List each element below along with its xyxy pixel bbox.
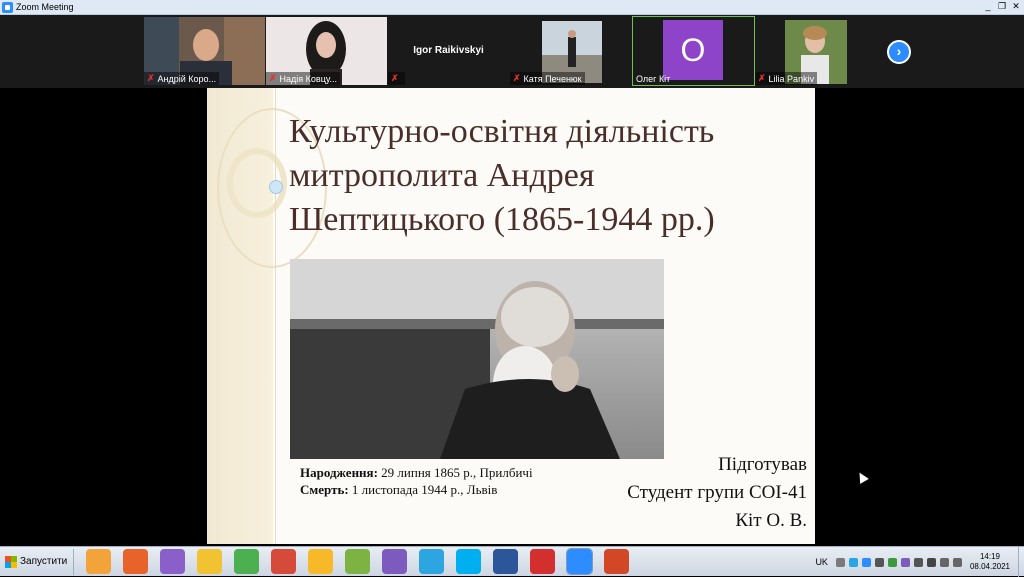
close-button[interactable]: ✕ — [1010, 1, 1022, 12]
mic-muted-icon: ✗ — [147, 73, 155, 83]
participant-tile[interactable]: Igor Raikivskyi ✗ — [388, 17, 509, 85]
death-label: Смерть: — [300, 482, 349, 497]
birth-text: 29 липня 1865 р., Прилбичі — [377, 465, 533, 480]
chrome-icon[interactable] — [234, 549, 260, 574]
window-titlebar: Zoom Meeting _ ❐ ✕ — [0, 0, 1024, 15]
mic-muted-icon: ✗ — [391, 73, 399, 83]
participant-tile[interactable]: ✗ Надія Ковцу... — [266, 17, 387, 85]
mouse-cursor-icon — [855, 470, 869, 484]
start-label: Запустити — [20, 556, 68, 567]
clock-time: 14:19 — [979, 552, 1000, 561]
telegram-icon[interactable] — [419, 549, 445, 574]
keyboard-icon[interactable] — [835, 557, 845, 567]
author-line: Підготував — [718, 454, 807, 475]
archicad-icon[interactable] — [197, 549, 223, 574]
network-icon[interactable] — [939, 557, 949, 567]
viber-icon[interactable] — [382, 549, 408, 574]
participant-tile[interactable]: ✗ Андрій Коро... — [144, 17, 265, 85]
powerpoint-icon[interactable] — [604, 549, 630, 574]
participant-name: Андрій Коро... — [157, 73, 217, 84]
show-desktop-button[interactable] — [1018, 547, 1024, 577]
taskbar-apps — [86, 548, 630, 575]
participant-tile[interactable]: ✗ Катя Печенюк — [510, 17, 631, 85]
author-line: Кіт О. В. — [735, 510, 807, 531]
system-tray: UK 14:19 08.04.2021 — [815, 547, 1024, 577]
shared-screen-slide: Культурно-освітня діяльність митрополита… — [207, 88, 815, 544]
volume-icon[interactable] — [952, 557, 962, 567]
slide-title-line: Культурно-освітня діяльність — [289, 113, 715, 150]
taskbar: Запустити UK 14:19 08.04.2021 — [0, 546, 1024, 577]
birth-label: Народження: — [300, 465, 378, 480]
participant-name: Lilia Pankiv — [768, 73, 815, 84]
slide-decoration-line — [275, 88, 276, 544]
participant-avatar: O — [663, 20, 723, 80]
slide-decoration-dot — [269, 180, 283, 194]
media-player-icon[interactable] — [86, 549, 112, 574]
slide-author: Підготував Студент групи СОІ-41 Кіт О. В… — [627, 451, 807, 535]
sync-icon[interactable] — [913, 557, 923, 567]
restore-button[interactable]: ❐ — [996, 1, 1008, 12]
participant-tile[interactable]: ✗ Lilia Pankiv — [755, 17, 876, 85]
language-indicator[interactable]: UK — [815, 557, 828, 567]
clock-date: 08.04.2021 — [969, 562, 1010, 571]
slide-title-line: Шептицького (1865-1944 рр.) — [289, 201, 715, 238]
skype-icon[interactable] — [456, 549, 482, 574]
zoom-app-icon — [2, 1, 13, 13]
security-icon[interactable] — [887, 557, 897, 567]
slide-bio: Народження: 29 липня 1865 р., Прилбичі С… — [300, 464, 533, 498]
clipboard-icon[interactable] — [874, 557, 884, 567]
word-icon[interactable] — [493, 549, 519, 574]
participant-name: Надія Ковцу... — [279, 73, 337, 84]
participant-display-name: Igor Raikivskyi — [413, 45, 484, 56]
zoom-icon[interactable] — [566, 548, 594, 575]
participant-name: Катя Печенюк — [523, 73, 582, 84]
participant-name: Олег Кіт — [636, 73, 671, 84]
visual-studio-icon[interactable] — [160, 549, 186, 574]
mic-muted-icon: ✗ — [269, 73, 277, 83]
participant-tile-active[interactable]: O Олег Кіт — [632, 16, 755, 86]
file-manager-icon[interactable] — [345, 549, 371, 574]
author-line: Студент групи СОІ-41 — [627, 482, 807, 503]
chrome-alt-icon[interactable] — [271, 549, 297, 574]
portrait-photo — [290, 259, 664, 459]
zoom-tray-icon[interactable] — [861, 557, 871, 567]
firefox-icon[interactable] — [123, 549, 149, 574]
start-button[interactable]: Запустити — [1, 548, 75, 575]
mic-muted-icon: ✗ — [513, 73, 521, 83]
flag-icon[interactable] — [926, 557, 936, 567]
acrobat-icon[interactable] — [530, 549, 556, 574]
minimize-button[interactable]: _ — [982, 1, 994, 12]
slide-title-line: митрополита Андрея — [289, 157, 595, 194]
clock[interactable]: 14:19 08.04.2021 — [970, 552, 1010, 572]
telegram-tray-icon[interactable] — [848, 557, 858, 567]
yandex-icon[interactable] — [308, 549, 334, 574]
tray-icons — [835, 557, 962, 567]
death-text: 1 листопада 1944 р., Львів — [348, 482, 498, 497]
windows-logo-icon — [5, 555, 17, 568]
participants-strip: ✗ Андрій Коро... ✗ Надія Ковцу... Igor Rai… — [0, 15, 1024, 88]
viber-tray-icon[interactable] — [900, 557, 910, 567]
next-participants-button[interactable]: › — [887, 40, 911, 64]
window-title: Zoom Meeting — [16, 2, 74, 12]
slide-title: Культурно-освітня діяльність митрополита… — [289, 110, 809, 242]
mic-muted-icon: ✗ — [758, 73, 766, 83]
